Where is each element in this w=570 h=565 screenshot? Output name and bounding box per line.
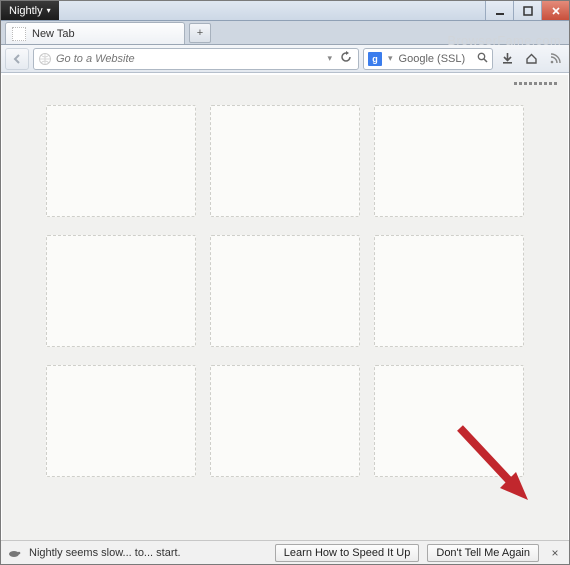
plus-icon: +: [197, 27, 203, 39]
search-engine-dropdown[interactable]: ▾: [386, 53, 395, 64]
home-button[interactable]: [521, 48, 541, 70]
maximize-button[interactable]: [513, 1, 541, 20]
minimize-button[interactable]: [485, 1, 513, 20]
search-icon: [477, 52, 488, 63]
tab-strip: New Tab +: [1, 21, 569, 45]
url-history-dropdown[interactable]: ▾: [325, 53, 334, 64]
empty-tile[interactable]: [374, 105, 524, 217]
empty-tile[interactable]: [210, 235, 360, 347]
search-bar[interactable]: g ▾ Google (SSL): [363, 48, 493, 70]
window-titlebar: Nightly ▾: [1, 1, 569, 21]
dont-tell-again-button[interactable]: Don't Tell Me Again: [427, 544, 539, 562]
nav-toolbar: BrowserFame.com ▾ g ▾ Google (SSL): [1, 45, 569, 73]
empty-tile[interactable]: [374, 235, 524, 347]
titlebar-spacer: [59, 1, 485, 20]
back-button[interactable]: [5, 48, 29, 70]
empty-tile[interactable]: [210, 365, 360, 477]
tab-favicon: [12, 27, 26, 41]
close-window-button[interactable]: [541, 1, 569, 20]
empty-tile[interactable]: [46, 105, 196, 217]
tiles-grid: [2, 105, 568, 477]
reload-button[interactable]: [338, 51, 354, 66]
notification-bar: Nightly seems slow... to... start. Learn…: [1, 540, 569, 564]
app-menu-label: Nightly: [9, 5, 43, 17]
home-icon: [525, 52, 538, 65]
search-go-button[interactable]: [477, 52, 488, 66]
empty-tile[interactable]: [46, 235, 196, 347]
tab-label: New Tab: [32, 28, 75, 40]
search-engine-icon[interactable]: g: [368, 52, 382, 66]
turtle-icon: [7, 546, 21, 560]
newtab-page: [2, 75, 568, 540]
download-icon: [501, 52, 514, 65]
tab-new-tab[interactable]: New Tab: [5, 22, 185, 44]
toggle-tiles-button[interactable]: [513, 81, 558, 86]
arrow-left-icon: [11, 53, 23, 65]
close-icon: [551, 6, 561, 16]
chevron-down-icon: ▾: [47, 6, 51, 15]
url-input[interactable]: [56, 53, 321, 65]
empty-tile[interactable]: [46, 365, 196, 477]
rss-icon: [549, 52, 562, 65]
notification-close-button[interactable]: ×: [547, 546, 563, 560]
minimize-icon: [495, 6, 505, 16]
notification-message: Nightly seems slow... to... start.: [29, 547, 267, 559]
url-bar[interactable]: ▾: [33, 48, 359, 70]
downloads-button[interactable]: [497, 48, 517, 70]
globe-icon: [38, 52, 52, 66]
empty-tile[interactable]: [210, 105, 360, 217]
reload-icon: [340, 51, 352, 63]
new-tab-button[interactable]: +: [189, 23, 211, 43]
search-label: Google (SSL): [399, 53, 473, 65]
feed-button[interactable]: [545, 48, 565, 70]
learn-more-button[interactable]: Learn How to Speed It Up: [275, 544, 420, 562]
empty-tile[interactable]: [374, 365, 524, 477]
maximize-icon: [523, 6, 533, 16]
app-menu-button[interactable]: Nightly ▾: [1, 1, 59, 20]
